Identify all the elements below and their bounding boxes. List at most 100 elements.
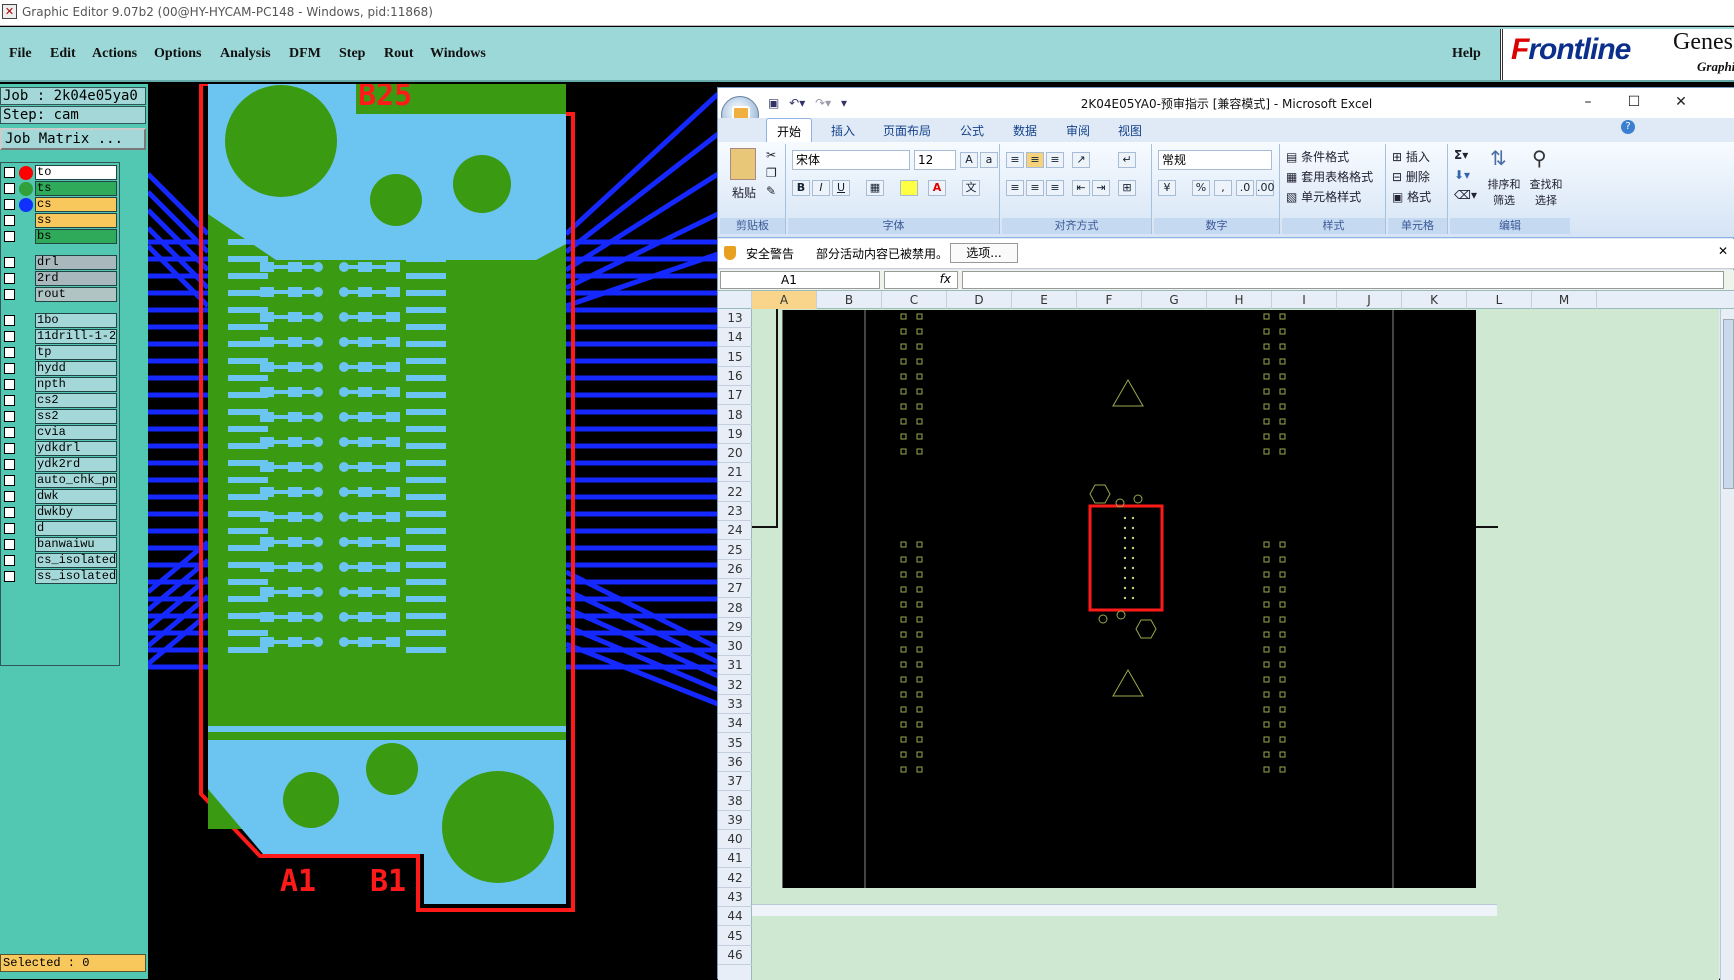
- layer-name[interactable]: to: [35, 165, 117, 180]
- layer-checkbox[interactable]: [4, 507, 15, 518]
- layer-checkbox[interactable]: [4, 231, 15, 242]
- row-header[interactable]: 21: [718, 463, 752, 483]
- layer-row-cvia[interactable]: cvia: [1, 425, 119, 441]
- layer-checkbox[interactable]: [4, 183, 15, 194]
- layer-checkbox[interactable]: [4, 539, 15, 550]
- row-header[interactable]: 25: [718, 541, 752, 560]
- menu-options[interactable]: Options: [154, 46, 201, 62]
- row-header[interactable]: 30: [718, 637, 752, 657]
- layer-checkbox[interactable]: [4, 315, 15, 326]
- row-header[interactable]: 26: [718, 560, 752, 579]
- layer-row-dwk[interactable]: dwk: [1, 489, 119, 505]
- row-header[interactable]: 44: [718, 907, 752, 927]
- row-header[interactable]: 43: [718, 888, 752, 907]
- column-header-F[interactable]: F: [1077, 291, 1142, 309]
- row-header[interactable]: 24: [718, 521, 752, 541]
- increase-indent-icon[interactable]: ⇥: [1092, 180, 1110, 196]
- font-size-select[interactable]: 12: [914, 150, 956, 170]
- layer-checkbox[interactable]: [4, 443, 15, 454]
- paste-icon[interactable]: [730, 148, 756, 180]
- menu-edit[interactable]: Edit: [50, 46, 76, 62]
- align-bottom-icon[interactable]: ≡: [1046, 152, 1064, 168]
- close-button[interactable]: ✕: [1666, 92, 1696, 112]
- layer-checkbox[interactable]: [4, 257, 15, 268]
- layer-row-banwaiwu[interactable]: banwaiwu: [1, 537, 119, 553]
- maximize-button[interactable]: ☐: [1619, 92, 1649, 112]
- row-header[interactable]: 14: [718, 328, 752, 348]
- merge-icon[interactable]: ⊞: [1118, 180, 1136, 196]
- cell-style-button[interactable]: ▧ 单元格样式: [1286, 188, 1361, 205]
- layer-row-cs2[interactable]: cs2: [1, 393, 119, 409]
- scroll-thumb[interactable]: [1723, 319, 1734, 489]
- clear-icon[interactable]: ⌫▾: [1454, 188, 1477, 202]
- help-icon[interactable]: ?: [1621, 120, 1635, 134]
- layer-name[interactable]: tp: [35, 345, 117, 360]
- layer-checkbox[interactable]: [4, 379, 15, 390]
- menu-file[interactable]: File: [9, 46, 32, 62]
- tab-insert[interactable]: 插入: [831, 122, 855, 139]
- layer-row-ydk2rd[interactable]: ydk2rd: [1, 457, 119, 473]
- menu-help[interactable]: Help: [1452, 46, 1481, 62]
- tab-data[interactable]: 数据: [1013, 122, 1037, 139]
- font-name-select[interactable]: 宋体: [792, 150, 910, 170]
- layer-row-2rd[interactable]: 2rd: [1, 271, 119, 287]
- layer-name[interactable]: cs: [35, 197, 117, 212]
- menu-analysis[interactable]: Analysis: [220, 46, 271, 62]
- pasted-cad-image[interactable]: [782, 310, 1476, 888]
- layer-row-rout[interactable]: rout: [1, 287, 119, 303]
- row-header[interactable]: 23: [718, 502, 752, 521]
- column-header-B[interactable]: B: [817, 291, 882, 309]
- row-header[interactable]: 46: [718, 946, 752, 965]
- layer-row-tp[interactable]: tp: [1, 345, 119, 361]
- layer-name[interactable]: drl: [35, 255, 117, 270]
- row-header[interactable]: 36: [718, 753, 752, 772]
- name-box[interactable]: A1: [720, 271, 880, 289]
- percent-button[interactable]: %: [1192, 180, 1210, 196]
- layer-name[interactable]: dwkby: [35, 505, 117, 520]
- layer-name[interactable]: npth: [35, 377, 117, 392]
- row-header[interactable]: 35: [718, 734, 752, 753]
- row-header[interactable]: 20: [718, 444, 752, 464]
- column-header-H[interactable]: H: [1207, 291, 1272, 309]
- layer-row-ts[interactable]: ts: [1, 181, 119, 197]
- horizontal-scrollbar[interactable]: [752, 904, 1497, 916]
- layer-checkbox[interactable]: [4, 331, 15, 342]
- column-header-A[interactable]: A: [752, 291, 817, 309]
- row-header[interactable]: 16: [718, 367, 752, 386]
- layer-row-drl[interactable]: drl: [1, 255, 119, 271]
- row-header[interactable]: 40: [718, 830, 752, 850]
- layer-name[interactable]: ydk2rd: [35, 457, 117, 472]
- border-icon[interactable]: ▦: [866, 180, 884, 196]
- layer-row-bs[interactable]: bs: [1, 229, 119, 245]
- vertical-scrollbar[interactable]: [1720, 309, 1734, 980]
- number-format-select[interactable]: 常规: [1158, 150, 1272, 170]
- bold-button[interactable]: B: [792, 180, 810, 196]
- column-header-G[interactable]: G: [1142, 291, 1207, 309]
- tab-home[interactable]: 开始: [766, 118, 813, 142]
- layer-name[interactable]: auto_chk_pn: [35, 473, 117, 488]
- row-header[interactable]: 19: [718, 425, 752, 444]
- copy-icon[interactable]: ❐: [766, 166, 777, 180]
- layer-name[interactable]: ss: [35, 213, 117, 228]
- table-format-button[interactable]: ▦ 套用表格格式: [1286, 168, 1373, 185]
- insert-cells-button[interactable]: ⊞ 插入: [1392, 148, 1430, 165]
- delete-cells-button[interactable]: ⊟ 删除: [1392, 168, 1430, 185]
- column-header-E[interactable]: E: [1012, 291, 1077, 309]
- close-bar-icon[interactable]: ✕: [1718, 244, 1728, 258]
- layer-checkbox[interactable]: [4, 491, 15, 502]
- row-header[interactable]: 33: [718, 695, 752, 714]
- paste-button[interactable]: 粘贴: [732, 184, 756, 201]
- conditional-format-button[interactable]: ▤ 条件格式: [1286, 148, 1349, 165]
- menu-step[interactable]: Step: [339, 46, 365, 62]
- increase-decimal-icon[interactable]: .0: [1236, 180, 1254, 196]
- font-color-icon[interactable]: A: [928, 180, 946, 196]
- column-header-L[interactable]: L: [1467, 291, 1532, 309]
- layer-name[interactable]: cs2: [35, 393, 117, 408]
- layer-checkbox[interactable]: [4, 167, 15, 178]
- sort-filter-button[interactable]: 排序和筛选: [1484, 176, 1524, 208]
- layer-row-dwkby[interactable]: dwkby: [1, 505, 119, 521]
- layer-checkbox[interactable]: [4, 395, 15, 406]
- minimize-button[interactable]: –: [1573, 92, 1603, 112]
- decrease-decimal-icon[interactable]: .00: [1256, 180, 1275, 196]
- pcb-canvas[interactable]: B25 A1 B1: [148, 84, 718, 979]
